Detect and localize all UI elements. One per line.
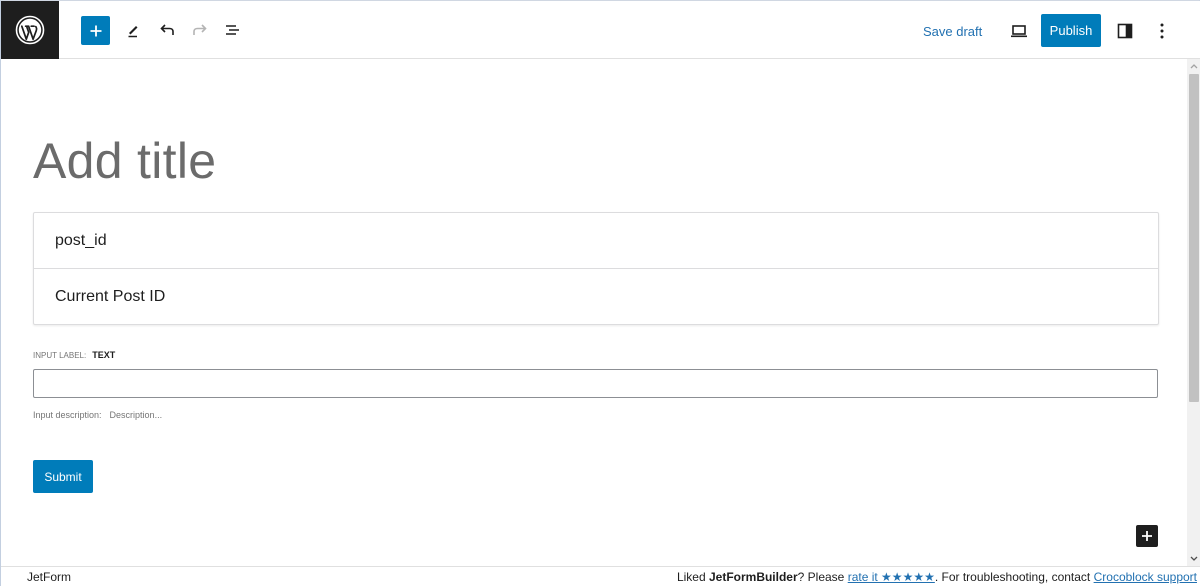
editor-canvas: Add title post_id Current Post ID INPUT …	[1, 59, 1187, 566]
scrollbar-thumb[interactable]	[1189, 74, 1199, 402]
undo-button[interactable]	[153, 16, 181, 44]
input-description-caption: Input description:	[33, 410, 102, 420]
options-button[interactable]	[1148, 17, 1176, 45]
list-view-button[interactable]	[219, 16, 247, 44]
sidebar-toggle-icon	[1117, 23, 1133, 39]
redo-button[interactable]	[186, 16, 214, 44]
list-view-icon	[226, 25, 239, 35]
laptop-icon	[1011, 25, 1027, 38]
hidden-field-block[interactable]: post_id Current Post ID	[33, 212, 1159, 325]
footer-please: ? Please	[797, 570, 845, 584]
scroll-up-arrow-icon[interactable]	[1187, 59, 1200, 73]
footer-liked: Liked	[676, 570, 706, 584]
chevron-down-icon	[1190, 556, 1198, 561]
vertical-scrollbar[interactable]	[1187, 59, 1200, 566]
preview-button[interactable]	[1005, 17, 1033, 45]
input-description-row: Input description: Description...	[33, 410, 162, 420]
text-field-input[interactable]	[33, 369, 1158, 398]
block-inserter-button[interactable]	[1136, 525, 1158, 547]
wordpress-logo-icon[interactable]	[1, 1, 59, 59]
pencil-icon	[128, 26, 138, 38]
input-label-value[interactable]: TEXT	[92, 350, 115, 360]
plus-icon	[1142, 531, 1152, 541]
hidden-field-value[interactable]: Current Post ID	[34, 269, 1158, 325]
add-block-button[interactable]	[81, 16, 110, 45]
footer-troubleshoot: . For troubleshooting, contact	[934, 570, 1091, 584]
chevron-up-icon	[1190, 64, 1198, 69]
submit-button[interactable]: Submit	[33, 460, 93, 493]
crocoblock-support-link[interactable]: Crocoblock support	[1094, 570, 1197, 584]
publish-button[interactable]: Publish	[1041, 14, 1101, 47]
scroll-down-arrow-icon[interactable]	[1187, 552, 1200, 566]
input-description-placeholder[interactable]: Description...	[110, 410, 163, 420]
undo-icon	[160, 24, 174, 35]
post-title-placeholder[interactable]: Add title	[33, 131, 216, 191]
editor-window: Save draft Publish Add title post_id Cur…	[0, 0, 1200, 586]
wordpress-logo-icon-svg	[15, 15, 45, 45]
footer-plugin-name: JetFormBuilder	[708, 570, 798, 584]
plus-icon	[90, 25, 101, 36]
input-label-row: INPUT LABEL: TEXT	[33, 350, 115, 360]
redo-icon	[193, 24, 207, 35]
input-label-caption: INPUT LABEL:	[33, 350, 87, 360]
footer-bar: JetForm Liked JetFormBuilder? Please rat…	[1, 566, 1200, 586]
tools-button[interactable]	[119, 16, 147, 44]
top-toolbar: Save draft Publish	[1, 1, 1200, 59]
footer-breadcrumb[interactable]: JetForm	[27, 567, 71, 586]
hidden-field-name[interactable]: post_id	[34, 213, 1158, 269]
rate-it-link[interactable]: rate it ★★★★★	[848, 570, 935, 584]
footer-message: Liked JetFormBuilder? Please rate it ★★★…	[677, 567, 1197, 586]
more-vertical-icon	[1160, 23, 1164, 39]
settings-button[interactable]	[1111, 17, 1139, 45]
save-draft-button[interactable]: Save draft	[923, 22, 982, 42]
